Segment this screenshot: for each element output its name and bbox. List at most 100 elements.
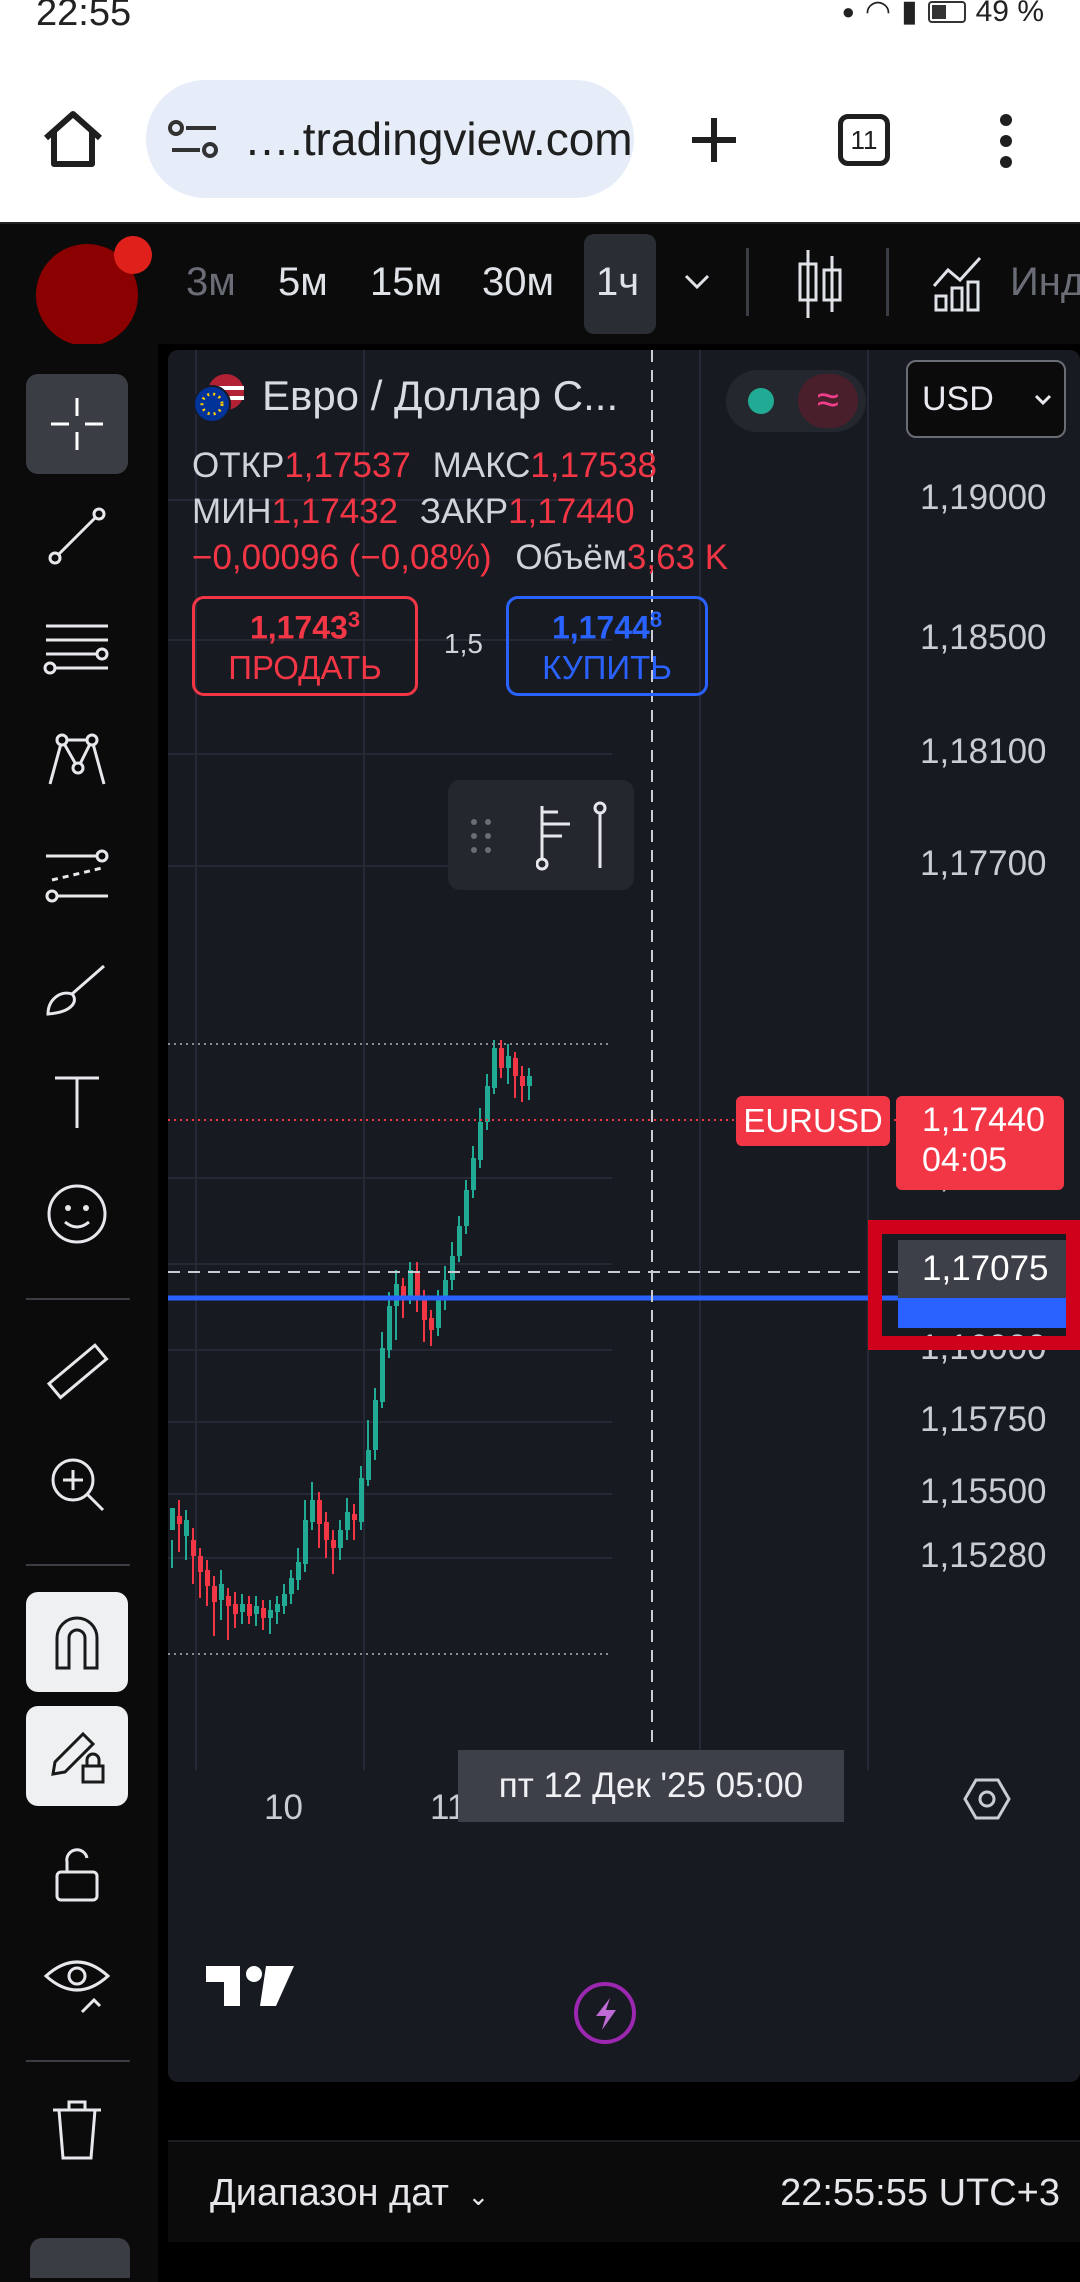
sell-label: ПРОДАТЬ <box>228 648 382 686</box>
indicators-icon[interactable] <box>930 252 986 314</box>
candles-icon[interactable] <box>796 246 844 322</box>
ruler-tool[interactable] <box>26 1322 128 1422</box>
candle <box>352 1514 357 1520</box>
candle <box>170 1508 175 1530</box>
timeframe-3m[interactable]: 3м <box>186 260 236 305</box>
settings-icon[interactable] <box>962 1776 1012 1822</box>
symbol-title[interactable]: Евро / Доллар С... <box>262 372 618 420</box>
candle <box>303 1520 308 1564</box>
unlock-tool[interactable] <box>26 1824 128 1924</box>
fib-tool[interactable] <box>26 598 128 698</box>
home-icon[interactable] <box>40 108 106 170</box>
battery-level: 49 % <box>975 0 1044 28</box>
magnet-tool[interactable] <box>26 1592 128 1692</box>
indicators-label[interactable]: Инд <box>1010 260 1080 305</box>
ohlc-row-2: МИН1,17432 ЗАКР1,17440 <box>192 492 635 532</box>
chevron-down-icon <box>1034 394 1052 406</box>
date-range-label: Диапазон дат <box>210 2172 449 2214</box>
timeframe-1h[interactable]: 1ч <box>596 260 639 305</box>
brush-tool[interactable] <box>26 940 128 1040</box>
candle <box>436 1300 441 1328</box>
candle <box>233 1604 238 1614</box>
candle <box>373 1400 378 1450</box>
zoom-tool[interactable] <box>26 1434 128 1534</box>
candle <box>429 1318 434 1330</box>
visibility-tool[interactable] <box>26 1934 128 2034</box>
candle <box>506 1056 511 1068</box>
delete-tool[interactable] <box>26 2080 128 2180</box>
candle <box>457 1226 462 1256</box>
candle <box>366 1450 371 1480</box>
status-time: 22:55 <box>36 0 132 34</box>
candle <box>345 1512 350 1530</box>
last-price: 1,17440 <box>922 1101 1045 1139</box>
candle <box>191 1540 196 1556</box>
candle <box>394 1284 399 1306</box>
site-settings-icon[interactable] <box>168 118 220 162</box>
buy-button[interactable]: 1,17448 КУПИТЬ <box>506 596 708 696</box>
timeframe-30m[interactable]: 30м <box>482 260 554 305</box>
sell-button[interactable]: 1,17433 ПРОДАТЬ <box>192 596 418 696</box>
close-value: 1,17440 <box>508 492 635 531</box>
new-tab-icon[interactable] <box>688 114 740 166</box>
candle <box>471 1158 476 1190</box>
ohlc-row-1: ОТКР1,17537 МАКС1,17538 <box>192 446 657 486</box>
fib-lines-icon <box>43 624 109 675</box>
drag-handle-icon[interactable] <box>468 816 494 856</box>
candle <box>317 1500 322 1524</box>
floating-toolbar[interactable] <box>448 780 634 890</box>
currency-value: USD <box>922 379 994 418</box>
candle <box>380 1348 385 1402</box>
crosshair-tool[interactable] <box>26 374 128 474</box>
trend-line-tool[interactable] <box>26 486 128 586</box>
replay-button[interactable] <box>574 1982 636 2044</box>
date-range-button[interactable]: Диапазон дат ⌄ <box>210 2172 489 2215</box>
chevron-down-icon[interactable] <box>682 272 712 292</box>
timeframe-5m[interactable]: 5м <box>278 260 328 305</box>
low-value: 1,17432 <box>271 492 399 531</box>
candle <box>450 1256 455 1280</box>
status-icons: ● ◠ ▮ 49 % <box>842 0 1044 29</box>
emoji-tool[interactable] <box>26 1164 128 1264</box>
pattern-tool[interactable] <box>26 712 128 812</box>
ohlc-row-3: −0,00096 (−0,08%) Объём3,63 K <box>192 538 728 578</box>
toolbar-divider <box>26 1564 130 1566</box>
magnet-icon <box>55 1616 99 1670</box>
y-axis-label: 1,15500 <box>920 1472 1047 1511</box>
url-text: ….tradingview.com <box>244 113 633 165</box>
lock-drawings-tool[interactable] <box>26 1706 128 1806</box>
notification-badge <box>114 236 152 274</box>
sell-price: 1,1743 <box>249 609 348 646</box>
volume-label: Объём <box>515 538 627 577</box>
clock[interactable]: 22:55:55 UTC+3 <box>780 2172 1060 2215</box>
low-label: МИН <box>192 492 272 531</box>
text-tool[interactable] <box>26 1052 128 1152</box>
bottom-bar: Диапазон дат ⌄ 22:55:55 UTC+3 <box>168 2140 1080 2242</box>
candle <box>289 1578 294 1594</box>
tradingview-logo[interactable] <box>204 1962 296 2010</box>
forecast-icon <box>45 849 109 903</box>
candle <box>408 1270 413 1298</box>
timeframe-15m[interactable]: 15м <box>370 260 442 305</box>
buy-price: 1,1744 <box>551 609 650 646</box>
tabs-count: 11 <box>850 125 878 155</box>
trash-icon <box>53 2100 101 2160</box>
tabs-button[interactable]: 11 <box>838 114 890 166</box>
high-value: 1,17538 <box>530 446 657 485</box>
browser-toolbar: ….tradingview.com 11 <box>0 40 1080 222</box>
market-status-pill[interactable]: ≈ <box>726 370 866 432</box>
more-menu-icon[interactable] <box>996 112 1016 170</box>
text-icon <box>55 1076 99 1128</box>
forecast-tool[interactable] <box>26 826 128 926</box>
vertical-line-icon[interactable] <box>588 800 612 872</box>
toolbar-divider <box>26 2060 130 2062</box>
change-value: −0,00096 (−0,08%) <box>192 538 492 577</box>
pattern-icon <box>48 733 106 785</box>
candle <box>485 1086 490 1122</box>
crosshair-icon <box>51 398 103 450</box>
symbol-tag: EURUSD <box>736 1096 890 1146</box>
candle <box>310 1500 315 1522</box>
horizontal-ray-icon[interactable] <box>536 802 576 872</box>
currency-select[interactable]: USD <box>906 360 1066 438</box>
last-price-tag: 1,17440 04:05 <box>896 1096 1064 1190</box>
